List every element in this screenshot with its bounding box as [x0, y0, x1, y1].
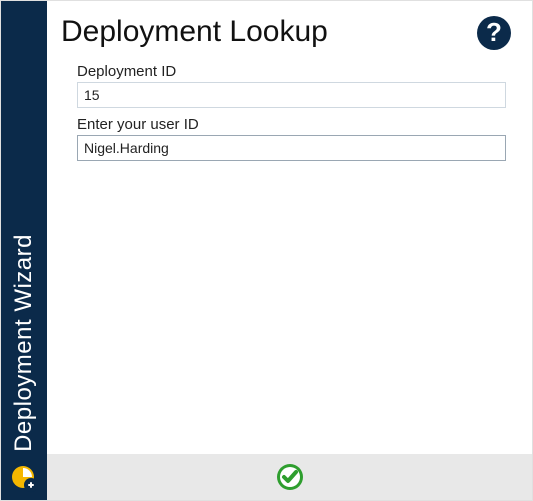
user-id-label: Enter your user ID [77, 116, 506, 133]
svg-text:?: ? [486, 17, 502, 47]
user-id-input[interactable] [77, 135, 506, 161]
header-row: Deployment Lookup ? [61, 11, 512, 55]
sidebar-title: Deployment Wizard [10, 234, 38, 452]
content-area: Deployment Lookup ? Deployment ID Enter … [47, 1, 532, 454]
deployment-id-label: Deployment ID [77, 63, 506, 80]
page-title: Deployment Lookup [61, 15, 328, 49]
deployment-id-input[interactable] [77, 82, 506, 108]
app-window: Deployment Wizard Deployment Lookup ? [0, 0, 533, 501]
deployment-wizard-icon [10, 464, 38, 492]
check-circle-icon[interactable] [276, 463, 304, 491]
form-area: Deployment ID Enter your user ID [61, 63, 512, 161]
help-icon[interactable]: ? [476, 15, 512, 51]
main-panel: Deployment Lookup ? Deployment ID Enter … [47, 1, 532, 500]
footer-bar [47, 454, 532, 500]
sidebar: Deployment Wizard [1, 1, 47, 500]
